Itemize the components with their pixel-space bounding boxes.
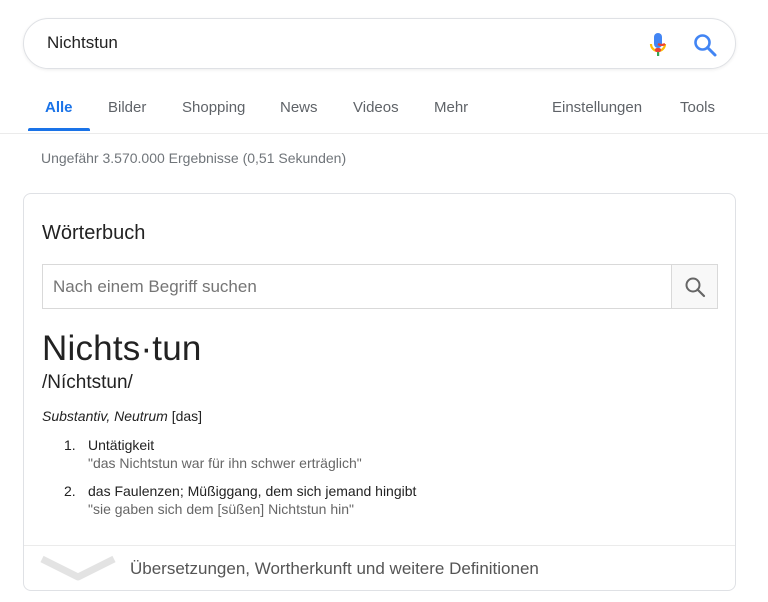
search-icon[interactable] — [692, 32, 718, 58]
search-input[interactable] — [47, 33, 607, 53]
definition-number: 1. — [64, 437, 76, 453]
search-bar[interactable] — [23, 18, 736, 69]
card-title: Wörterbuch — [42, 222, 146, 244]
definition-text: das Faulenzen; Müßiggang, dem sich jeman… — [88, 483, 417, 499]
result-stats: Ungefähr 3.570.000 Ergebnisse (0,51 Seku… — [41, 150, 347, 166]
dictionary-search — [42, 264, 718, 309]
search-icon — [685, 277, 706, 298]
definition-example: "das Nichtstun war für ihn schwer erträg… — [88, 455, 362, 471]
definition-example: "sie gaben sich dem [süßen] Nichtstun hi… — [88, 501, 354, 517]
tab-tools[interactable]: Tools — [680, 99, 715, 116]
word-class: Substantiv, Neutrum — [42, 408, 168, 424]
tab-videos[interactable]: Videos — [353, 99, 399, 116]
tab-images[interactable]: Bilder — [108, 99, 146, 116]
search-tabs: Alle Bilder Shopping News Videos Mehr Ei… — [0, 88, 768, 134]
phonetic-spelling: /Níchtstun/ — [42, 372, 133, 393]
article: [das] — [171, 408, 203, 424]
tab-news[interactable]: News — [280, 99, 318, 116]
chevron-down-icon — [40, 555, 116, 581]
part-of-speech: Substantiv, Neutrum [das] — [42, 408, 202, 424]
tab-settings[interactable]: Einstellungen — [552, 99, 642, 116]
definition-number: 2. — [64, 483, 76, 499]
dictionary-search-input[interactable] — [53, 277, 653, 297]
tab-more[interactable]: Mehr — [434, 99, 468, 116]
active-tab-indicator — [28, 128, 90, 131]
tab-shopping[interactable]: Shopping — [182, 99, 245, 116]
tab-all[interactable]: Alle — [45, 99, 73, 116]
microphone-icon[interactable] — [647, 32, 669, 58]
headword: Nichts·tun — [42, 329, 202, 368]
definition-text: Untätigkeit — [88, 437, 155, 453]
dictionary-search-button[interactable] — [671, 265, 717, 308]
more-definitions-toggle[interactable]: Übersetzungen, Wortherkunft und weitere … — [24, 545, 735, 590]
more-definitions-label: Übersetzungen, Wortherkunft und weitere … — [130, 559, 539, 578]
dictionary-card: Wörterbuch Nichts·tun /Níchtstun/ Substa… — [23, 193, 736, 591]
